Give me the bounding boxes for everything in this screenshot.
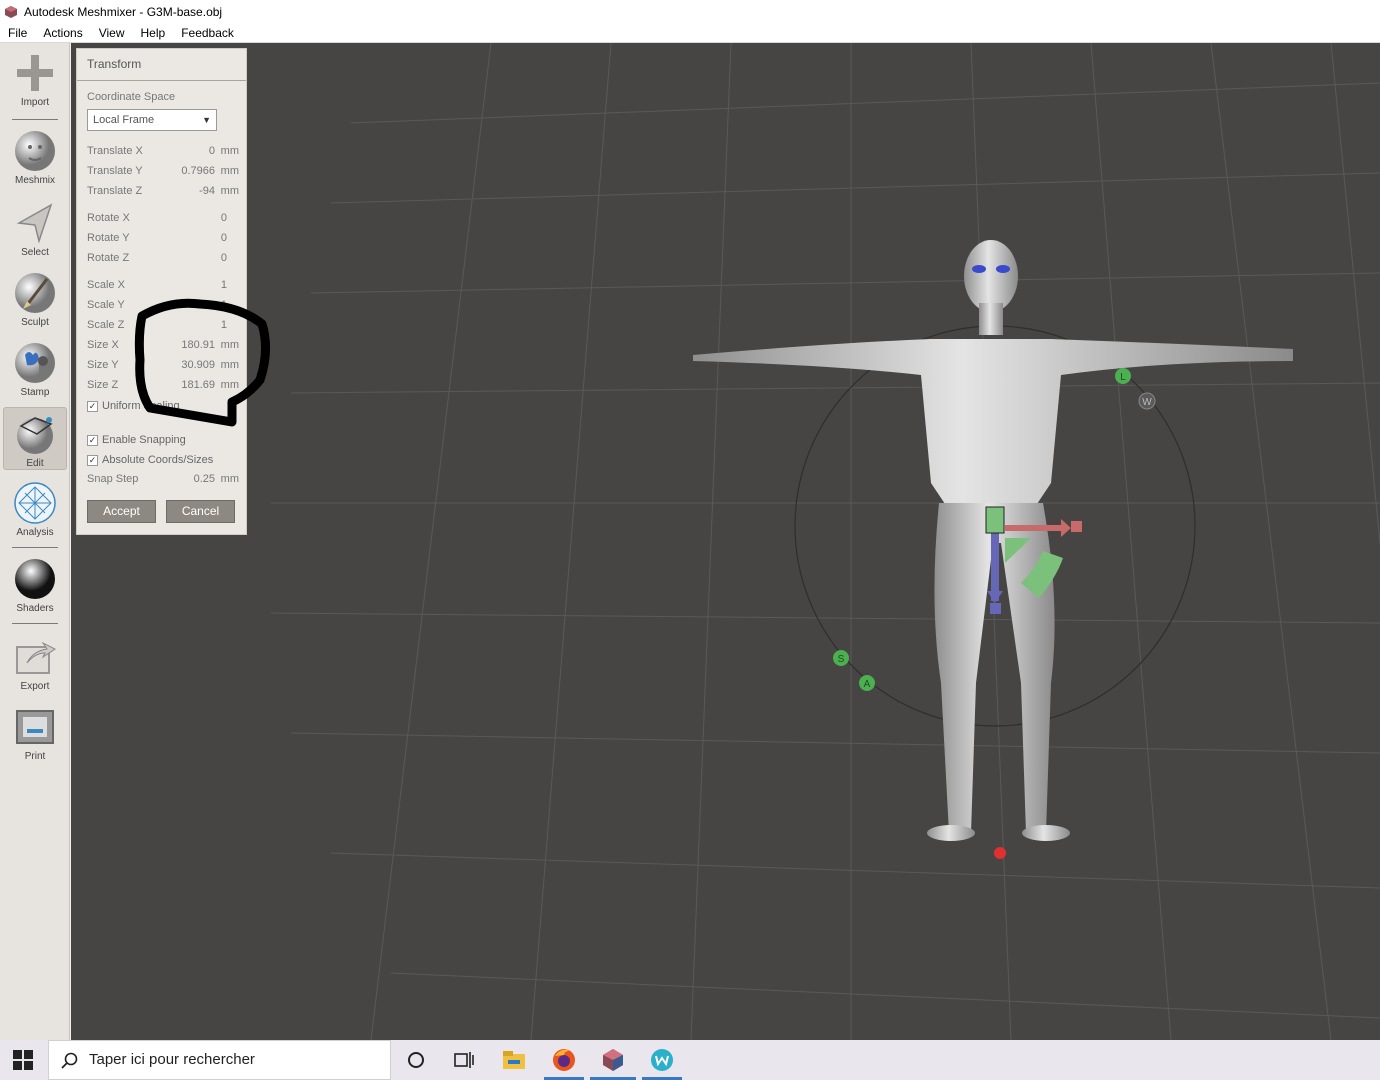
menu-actions[interactable]: Actions <box>35 23 90 43</box>
3d-viewport[interactable]: L W S A <box>71 43 1380 1040</box>
left-toolbar: Import Meshmix Select Sculpt Stamp Edit … <box>0 43 70 1040</box>
tool-shaders[interactable]: Shaders <box>0 557 70 614</box>
meshmixer-app-icon <box>5 5 17 18</box>
search-icon <box>61 1052 78 1069</box>
cancel-button[interactable]: Cancel <box>166 500 235 523</box>
task-view-icon[interactable] <box>450 1046 478 1074</box>
tool-select[interactable]: Select <box>0 201 70 258</box>
tool-meshmix[interactable]: Meshmix <box>0 129 70 186</box>
viewport-scene: L W S A <box>270 43 1380 1040</box>
accept-button[interactable]: Accept <box>87 500 156 523</box>
ground-grid <box>270 43 1380 1040</box>
tool-analysis[interactable]: Analysis <box>0 481 70 538</box>
tool-import[interactable]: Import <box>0 51 70 108</box>
analysis-icon <box>14 482 56 524</box>
tool-print[interactable]: Print <box>0 705 70 762</box>
shaders-sphere-icon <box>15 559 55 599</box>
menu-view[interactable]: View <box>91 23 133 43</box>
title-bar: Autodesk Meshmixer - G3M-base.obj <box>0 0 1380 23</box>
dropdown-arrow-icon: ▼ <box>202 115 211 125</box>
gizmo-handle-s[interactable]: S <box>833 650 849 666</box>
coordinate-space-label: Coordinate Space <box>87 91 176 103</box>
sculpt-brush-icon <box>15 273 55 313</box>
windows-taskbar: Taper ici pour rechercher <box>0 1040 1380 1080</box>
menu-feedback[interactable]: Feedback <box>173 23 242 43</box>
print-icon <box>16 710 54 744</box>
tool-sculpt[interactable]: Sculpt <box>0 271 70 328</box>
checkmark-icon: ✓ <box>87 400 98 412</box>
translate-x-row[interactable]: Translate X 0 mm <box>87 143 239 159</box>
cortana-icon[interactable] <box>402 1046 430 1074</box>
menu-bar: File Actions View Help Feedback <box>0 23 1380 43</box>
svg-text:L: L <box>1120 372 1126 383</box>
stamp-icon <box>15 343 55 383</box>
checkmark-icon: ✓ <box>87 434 98 446</box>
gizmo-handle-w[interactable]: W <box>1138 392 1156 410</box>
rotate-y-row[interactable]: Rotate Y0 <box>87 230 237 246</box>
windows-start-icon[interactable] <box>12 1049 34 1071</box>
panel-title: Transform <box>77 49 246 81</box>
taskbar-search-input[interactable]: Taper ici pour rechercher <box>48 1040 391 1080</box>
coordinate-space-select[interactable]: Local Frame ▼ <box>87 109 217 131</box>
tool-stamp[interactable]: Stamp <box>0 341 70 398</box>
firefox-icon[interactable] <box>550 1046 578 1074</box>
checkmark-icon: ✓ <box>87 454 98 466</box>
svg-text:W: W <box>1142 397 1152 408</box>
hand-drawn-annotation <box>134 298 270 427</box>
snap-step-row[interactable]: Snap Step 0.25 mm <box>87 471 239 487</box>
meshmixer-taskbar-icon[interactable] <box>599 1046 627 1074</box>
file-explorer-icon[interactable] <box>500 1046 528 1074</box>
window-title: Autodesk Meshmixer - G3M-base.obj <box>24 4 223 19</box>
plus-icon <box>17 55 53 91</box>
gizmo-handle-l[interactable]: L <box>1115 368 1131 384</box>
wo-app-icon[interactable] <box>648 1046 676 1074</box>
export-icon <box>16 641 56 674</box>
menu-help[interactable]: Help <box>133 23 174 43</box>
tool-edit[interactable]: Edit <box>3 407 67 470</box>
tool-export[interactable]: Export <box>0 635 70 692</box>
edit-icon <box>17 417 53 454</box>
select-arrow-icon <box>16 203 53 244</box>
svg-text:A: A <box>864 679 871 690</box>
translate-y-row[interactable]: Translate Y 0.7966 mm <box>87 163 239 179</box>
absolute-coords-checkbox[interactable]: ✓ Absolute Coords/Sizes <box>87 453 247 467</box>
gizmo-handle-a[interactable]: A <box>859 675 875 691</box>
rotate-z-row[interactable]: Rotate Z0 <box>87 250 237 266</box>
meshmix-head-icon <box>15 131 55 171</box>
menu-file[interactable]: File <box>0 23 35 43</box>
pivot-point[interactable] <box>994 847 1006 859</box>
rotate-x-row[interactable]: Rotate X0 <box>87 210 237 226</box>
svg-text:S: S <box>838 654 845 665</box>
translate-z-row[interactable]: Translate Z -94 mm <box>87 183 239 199</box>
